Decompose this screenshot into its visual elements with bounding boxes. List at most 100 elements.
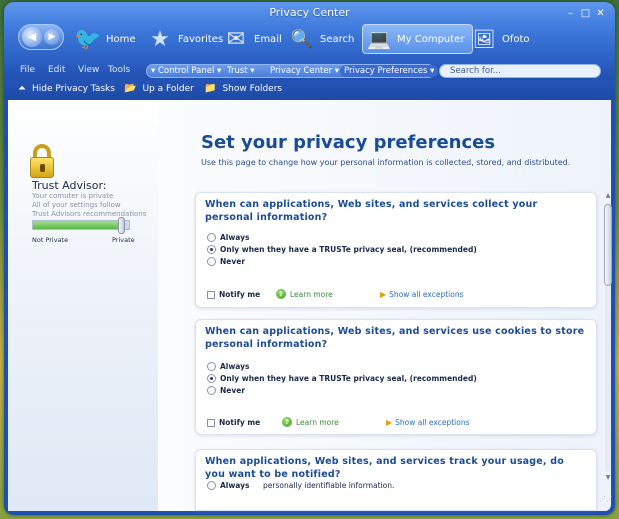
option-truste[interactable]: Only when they have a TRUSTe privacy sea… [207,245,477,254]
radio-button[interactable] [207,481,216,490]
laptop-icon: 💻 [366,27,392,51]
page-subtitle: Use this page to change how your persona… [201,158,571,167]
learn-more-label: Learn more [296,417,339,427]
address-bar[interactable]: ▾ Control Panel ▾ Trust ▾ Privacy Center… [146,64,439,78]
usage-tracking-section: When applications, Web sites, and servic… [195,449,597,511]
show-folders-label: Show Folders [222,83,283,94]
cookies-section: When can applications, Web sites, and se… [195,319,597,435]
option-truste[interactable]: Only when they have a TRUSTe privacy sea… [207,374,477,383]
help-icon: ? [282,417,292,427]
content-area: Trust Advisor: Your comuter is private A… [8,100,613,511]
collect-info-section: When can applications, Web sites, and se… [195,192,597,308]
show-all-exceptions-link[interactable]: ▶ Show all exceptions [380,290,464,299]
maximize-button[interactable]: □ [579,8,592,20]
breadcrumb-trust[interactable]: Trust ▾ [227,66,255,76]
collapse-icon: ⏶ [18,83,26,94]
help-icon: ? [276,289,286,299]
radio-button[interactable] [207,374,216,383]
learn-more-link[interactable]: ? Learn more [282,417,339,427]
close-button[interactable]: ✕ [594,8,607,20]
nav-email[interactable]: ✉ Email [222,24,282,54]
learn-more-link[interactable]: ? Learn more [276,289,333,299]
menu-file[interactable]: File [20,65,35,75]
option-never[interactable]: Never [207,257,245,266]
meter-high-label: Private [112,236,135,244]
option-label: Never [220,257,246,266]
radio-button[interactable] [207,362,216,371]
notify-label: Notify me [219,418,261,427]
radio-button[interactable] [207,386,216,395]
option-label: Always [220,233,250,242]
nav-my-computer[interactable]: 💻 My Computer [362,24,474,54]
magnifier-icon: 🔍 [290,28,314,50]
back-forward-control: ◀ ▶ [18,24,64,50]
scroll-up-icon[interactable]: ▲ [603,192,613,199]
option-label: Always [220,481,250,490]
breadcrumb-privacy-preferences[interactable]: Privacy Preferences ▾ [340,65,439,77]
forward-arrow-icon[interactable]: ▶ [44,29,60,45]
menu-edit[interactable]: Edit [48,65,65,75]
show-all-exceptions-link[interactable]: ▶ Show all exceptions [386,418,470,427]
option-always[interactable]: Always [207,362,250,371]
option-always[interactable]: Always [207,481,250,490]
trust-advisor-line: Your comuter is private [32,192,114,200]
nav-favorites-label: Favorites [178,33,224,45]
breadcrumb-control-panel[interactable]: ▾ Control Panel ▾ [151,66,221,76]
option-never[interactable]: Never [207,386,245,395]
nav-my-computer-label: My Computer [397,33,465,45]
window-title: Privacy Center [269,6,350,19]
checkbox[interactable] [207,290,215,299]
privacy-level-meter [32,217,130,234]
arrow-right-icon: ▶ [386,418,393,427]
nav-home-label: Home [106,33,136,45]
search-input[interactable]: Search for... [439,64,601,78]
photo-icon: 🖼 [472,28,496,50]
breadcrumb-privacy-center[interactable]: Privacy Center ▾ [270,66,339,76]
privacy-center-window: Privacy Center – □ ✕ ◀ ▶ 🐦 Home ★ Favori… [4,2,615,515]
privacy-level-fill [33,221,122,229]
exceptions-label: Show all exceptions [389,290,464,299]
page-title: Set your privacy preferences [201,132,496,153]
notify-me-checkbox[interactable]: Notify me [207,418,260,427]
back-arrow-icon[interactable]: ◀ [22,27,42,47]
show-folders-button[interactable]: 📁 Show Folders [204,83,282,94]
nav-ofoto[interactable]: 🖼 Ofoto [470,24,530,54]
trust-advisor-line: Trust Advisors recommendations [32,210,147,218]
vertical-scrollbar[interactable]: ▲ ▼ [603,192,613,482]
option-label: Only when they have a TRUSTe privacy sea… [220,374,477,383]
nav-home[interactable]: 🐦 Home [74,24,136,54]
nav-email-label: Email [254,33,282,45]
resize-grip-icon[interactable]: ⋰⋰ [599,495,613,503]
meter-low-label: Not Private [32,236,69,244]
title-bar: Privacy Center – □ ✕ ◀ ▶ 🐦 Home ★ Favori… [4,2,615,62]
radio-button[interactable] [207,257,216,266]
nav-search-label: Search [320,33,355,45]
up-a-folder-button[interactable]: 📂 Up a Folder [124,83,194,94]
menu-tools[interactable]: Tools [108,65,130,75]
section-question: When can applications, Web sites, and se… [205,199,538,223]
option-label: Only when they have a TRUSTe privacy sea… [220,245,477,254]
option-always[interactable]: Always [207,233,250,242]
section-question: When can applications, Web sites, and se… [205,326,585,350]
padlock-icon [30,144,54,178]
nav-favorites[interactable]: ★ Favorites [146,24,223,54]
option-label: Always [220,362,250,371]
folder-up-icon: 📂 [124,83,137,94]
privacy-level-slider[interactable] [118,217,126,234]
envelope-icon: ✉ [226,26,246,52]
notify-me-checkbox[interactable]: Notify me [207,290,260,299]
menu-view[interactable]: View [78,65,99,75]
hide-privacy-tasks-button[interactable]: ⏶ Hide Privacy Tasks [18,83,115,94]
radio-button[interactable] [207,245,216,254]
home-icon: 🐦 [74,26,102,52]
trust-advisor-panel: Trust Advisor: Your comuter is private A… [8,100,158,511]
checkbox[interactable] [207,418,215,427]
nav-search[interactable]: 🔍 Search [288,24,355,54]
folder-icon: 📁 [204,83,217,94]
radio-button[interactable] [207,233,216,242]
section-question: When applications, Web sites, and servic… [205,456,564,480]
scroll-thumb[interactable] [604,204,612,286]
minimize-button[interactable]: – [564,8,577,20]
option-label: Never [220,386,246,395]
scroll-down-icon[interactable]: ▼ [603,474,613,481]
